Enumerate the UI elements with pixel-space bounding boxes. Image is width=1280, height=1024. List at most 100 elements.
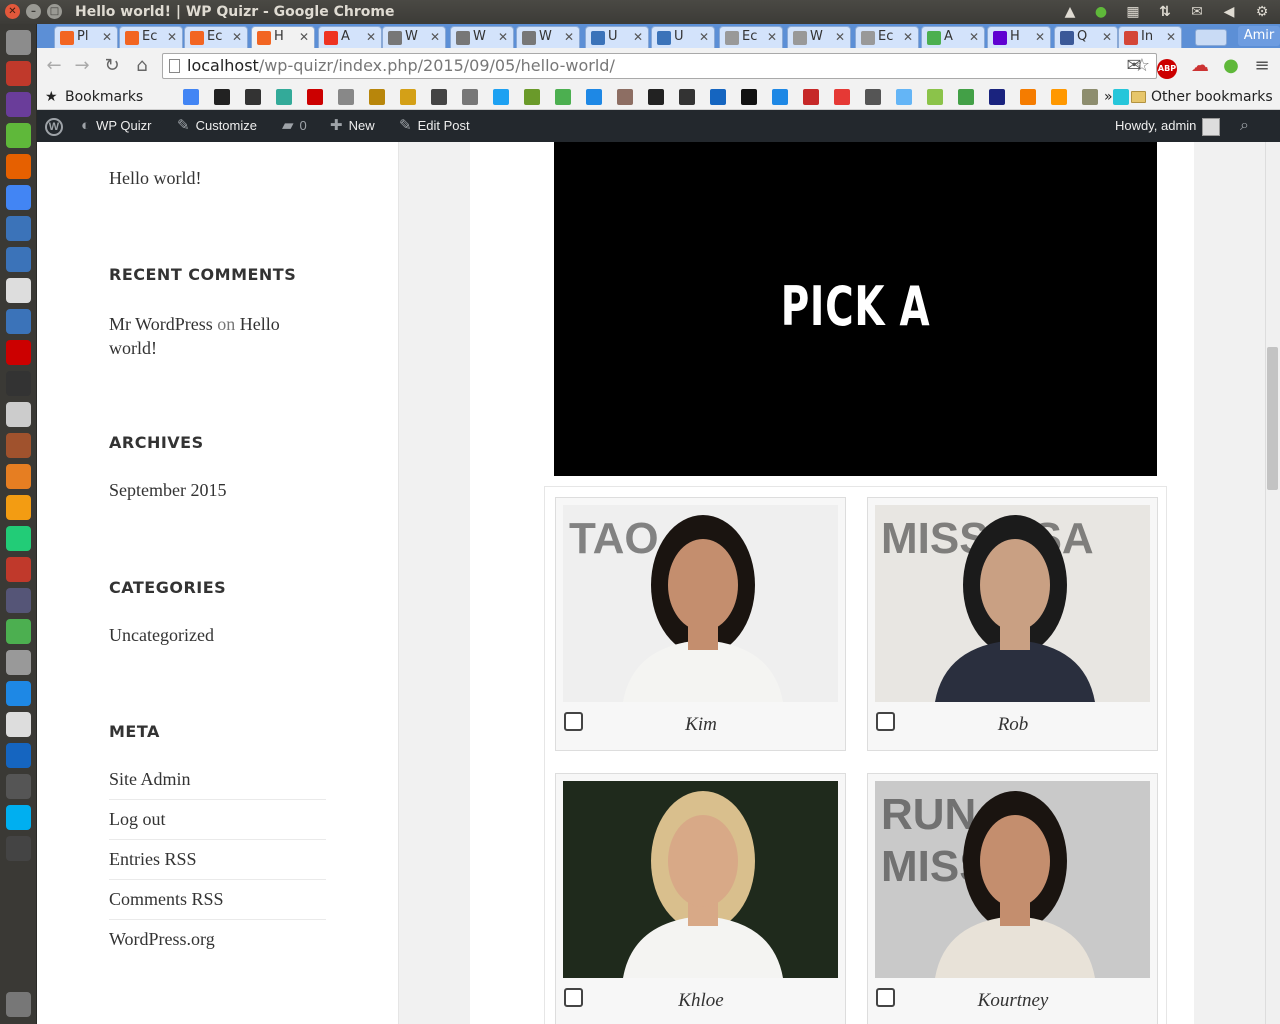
- amazon-icon[interactable]: [214, 89, 230, 105]
- workspaces-icon[interactable]: ▦: [1124, 3, 1142, 21]
- tab-close-icon[interactable]: ✕: [167, 27, 177, 47]
- choice-checkbox[interactable]: [564, 712, 583, 731]
- tab-2[interactable]: Ec ✕: [184, 26, 248, 48]
- tab-close-icon[interactable]: ✕: [903, 27, 913, 47]
- notes-icon[interactable]: [338, 89, 354, 105]
- youtube-icon[interactable]: [307, 89, 323, 105]
- tab-close-icon[interactable]: ✕: [102, 27, 112, 47]
- tab-8[interactable]: U ✕: [585, 26, 649, 48]
- meta-entries-rss[interactable]: Entries RSS: [109, 849, 197, 870]
- writer-icon[interactable]: [6, 309, 31, 334]
- c-icon[interactable]: [1113, 89, 1129, 105]
- tab-close-icon[interactable]: ✕: [1035, 27, 1045, 47]
- tab-close-icon[interactable]: ✕: [835, 27, 845, 47]
- meta-log-out[interactable]: Log out: [109, 809, 166, 830]
- console-icon[interactable]: [6, 836, 31, 861]
- bookmarks-overflow-icon[interactable]: »: [1104, 84, 1113, 110]
- maximize-window-icon[interactable]: □: [47, 4, 62, 19]
- account-menu[interactable]: Howdy, admin: [1115, 110, 1221, 142]
- mail-extension-icon[interactable]: ✉: [1123, 55, 1145, 77]
- drop-icon[interactable]: [586, 89, 602, 105]
- tab-close-icon[interactable]: ✕: [699, 27, 709, 47]
- store-icon[interactable]: [6, 495, 31, 520]
- tab-7[interactable]: W ✕: [516, 26, 580, 48]
- bird-icon[interactable]: [1082, 89, 1098, 105]
- scrollbar-thumb[interactable]: [1267, 347, 1278, 490]
- virtualbox-icon[interactable]: [6, 216, 31, 241]
- new-content-link[interactable]: ✚ New: [330, 110, 375, 142]
- bust-icon[interactable]: [617, 89, 633, 105]
- network-icon[interactable]: ⇅: [1156, 3, 1174, 21]
- new-tab-button[interactable]: [1195, 29, 1227, 46]
- gimp-icon[interactable]: [6, 433, 31, 458]
- tab-close-icon[interactable]: ✕: [1166, 27, 1176, 47]
- profile-badge[interactable]: Amir: [1238, 26, 1280, 46]
- files-icon[interactable]: [6, 61, 31, 86]
- tab-6[interactable]: W ✕: [450, 26, 514, 48]
- bookmarks-label[interactable]: Bookmarks: [65, 84, 143, 110]
- leaf-icon[interactable]: [524, 89, 540, 105]
- address-bar[interactable]: localhost/wp-quizr/index.php/2015/09/05/…: [162, 53, 1157, 79]
- forward-icon[interactable]: →: [71, 55, 93, 77]
- mail-icon[interactable]: [896, 89, 912, 105]
- refresh-icon[interactable]: [6, 619, 31, 644]
- tux-icon[interactable]: [6, 774, 31, 799]
- cloud-icon[interactable]: [6, 247, 31, 272]
- tab-11[interactable]: W ✕: [787, 26, 851, 48]
- twitter-icon[interactable]: [493, 89, 509, 105]
- choice-photo[interactable]: RUN MISSION: [875, 781, 1150, 978]
- evernote-extension-icon[interactable]: ●: [1220, 55, 1242, 77]
- quiz-choice-khloe[interactable]: Khloe: [555, 773, 846, 1024]
- calculator-icon[interactable]: [6, 650, 31, 675]
- software-icon[interactable]: [6, 92, 31, 117]
- pma-icon[interactable]: [1051, 89, 1067, 105]
- terminal-icon[interactable]: [6, 371, 31, 396]
- site-name-link[interactable]: ◐ WP Quizr: [81, 110, 151, 142]
- text-editor-icon[interactable]: [6, 278, 31, 303]
- chrome-menu-icon[interactable]: ≡: [1251, 55, 1273, 77]
- pdf-icon[interactable]: [6, 340, 31, 365]
- tab-15[interactable]: Q ✕: [1054, 26, 1118, 48]
- tab-16[interactable]: In ✕: [1118, 26, 1182, 48]
- choice-photo[interactable]: TAO: [563, 505, 838, 702]
- tab-1[interactable]: Ec ✕: [119, 26, 183, 48]
- m-icon[interactable]: [772, 89, 788, 105]
- pizza-icon[interactable]: [1020, 89, 1036, 105]
- vpn-icon[interactable]: [6, 588, 31, 613]
- monitor-icon[interactable]: [6, 743, 31, 768]
- star-icon[interactable]: [648, 89, 664, 105]
- imdb-icon[interactable]: [369, 89, 385, 105]
- meta-wordpress-org[interactable]: WordPress.org: [109, 929, 215, 950]
- tab-close-icon[interactable]: ✕: [1102, 27, 1112, 47]
- tab-close-icon[interactable]: ✕: [430, 27, 440, 47]
- tab-close-icon[interactable]: ✕: [232, 27, 242, 47]
- edit-post-link[interactable]: ✎ Edit Post: [399, 110, 470, 142]
- mail-tray-icon[interactable]: ✉: [1188, 3, 1206, 21]
- pinwheel-icon[interactable]: [927, 89, 943, 105]
- tab-5[interactable]: W ✕: [382, 26, 446, 48]
- book-icon[interactable]: [679, 89, 695, 105]
- quiz-choice-rob[interactable]: MISS USA Rob: [867, 497, 1158, 751]
- trash-icon[interactable]: [6, 992, 31, 1017]
- firefox-icon[interactable]: [6, 154, 31, 179]
- phone-icon[interactable]: [6, 681, 31, 706]
- drive-icon[interactable]: ▲: [1061, 3, 1079, 21]
- quiz-choice-kourtney[interactable]: RUN MISSION Kourtney: [867, 773, 1158, 1024]
- w-icon[interactable]: [865, 89, 881, 105]
- tab-0[interactable]: Pl ✕: [54, 26, 118, 48]
- wordpress-icon[interactable]: [462, 89, 478, 105]
- workspace-icon[interactable]: [6, 526, 31, 551]
- choice-checkbox[interactable]: [876, 712, 895, 731]
- home-icon[interactable]: ⌂: [131, 55, 153, 77]
- quiz-choice-kim[interactable]: TAO Kim: [555, 497, 846, 751]
- recent-post-link[interactable]: Hello world!: [109, 168, 201, 189]
- extension-icon[interactable]: ☁: [1189, 55, 1211, 77]
- vlc-icon[interactable]: [6, 464, 31, 489]
- volume-icon[interactable]: ◀: [1220, 3, 1238, 21]
- back-icon[interactable]: ←: [43, 55, 65, 77]
- category-link[interactable]: Uncategorized: [109, 625, 214, 646]
- tab-close-icon[interactable]: ✕: [767, 27, 777, 47]
- tab-close-icon[interactable]: ✕: [299, 27, 309, 47]
- tab-close-icon[interactable]: ✕: [969, 27, 979, 47]
- evernote-icon[interactable]: [6, 123, 31, 148]
